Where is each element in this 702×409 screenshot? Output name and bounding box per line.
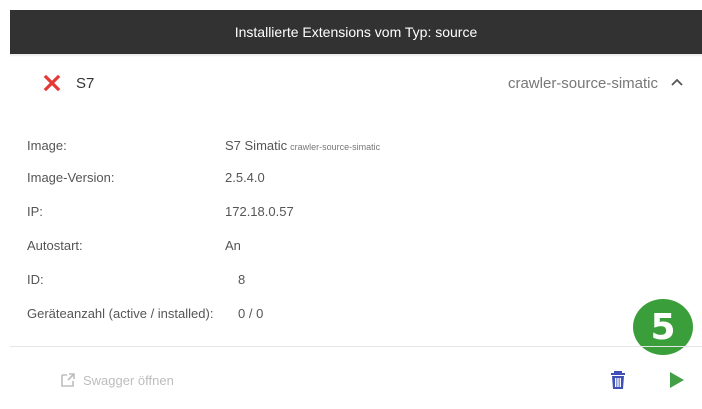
extension-row-header[interactable]: S7 crawler-source-simatic (10, 60, 702, 114)
swagger-open-label: Swagger öffnen (83, 372, 174, 388)
devices-label: Geräteanzahl (active / installed): (27, 306, 214, 321)
image-value: S7 Simatic crawler-source-simatic (225, 138, 380, 153)
chevron-up-icon[interactable] (668, 74, 686, 92)
image-subvalue: crawler-source-simatic (290, 142, 381, 152)
autostart-value: An (225, 238, 241, 253)
header-shadow (10, 54, 702, 57)
image-label: Image: (27, 138, 67, 153)
image-value-text: S7 Simatic (225, 138, 288, 153)
trash-icon[interactable] (609, 370, 627, 390)
version-label: Image-Version: (27, 170, 115, 185)
panel-title: Installierte Extensions vom Typ: source (234, 24, 478, 40)
ip-label: IP: (27, 204, 43, 219)
close-icon[interactable] (40, 71, 64, 95)
swagger-open-button[interactable]: Swagger öffnen (59, 369, 174, 391)
extension-name: S7 (76, 75, 95, 92)
extension-image-name: crawler-source-simatic (507, 75, 658, 92)
id-label: ID: (27, 272, 44, 287)
footer-divider (10, 346, 702, 347)
ip-value: 172.18.0.57 (225, 204, 294, 219)
id-value: 8 (238, 272, 246, 287)
panel-header: Installierte Extensions vom Typ: source (10, 10, 702, 54)
devices-value: 0 / 0 (238, 306, 264, 321)
step-badge: 5 (631, 298, 695, 356)
extensions-panel: Installierte Extensions vom Typ: source … (0, 0, 702, 409)
version-value: 2.5.4.0 (225, 170, 265, 185)
autostart-label: Autostart: (27, 238, 83, 253)
open-external-icon (61, 373, 75, 387)
play-icon[interactable] (668, 370, 686, 390)
